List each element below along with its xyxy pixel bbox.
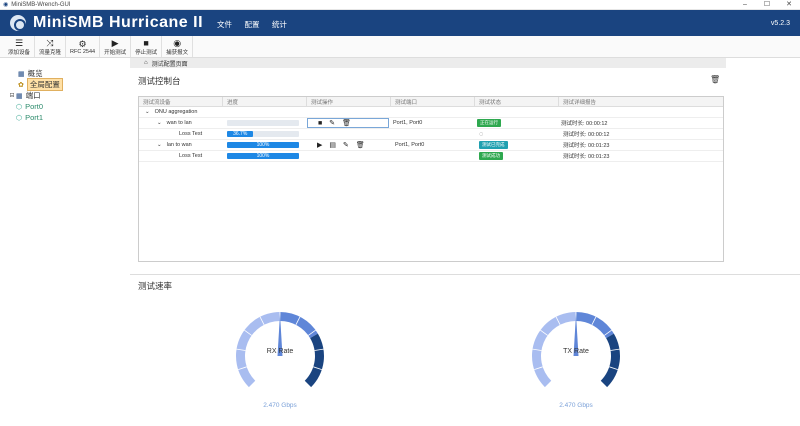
stop-icon[interactable]: ■	[318, 120, 322, 127]
status-badge: 测试已完成	[479, 141, 508, 149]
col-device: 测试流设备	[139, 97, 223, 106]
gauge-value: 2.470 Gbps	[263, 402, 297, 409]
table-row[interactable]: Loss Test 36.7% ◌ 测试时长: 00:00:12	[139, 129, 723, 140]
section-divider	[130, 274, 800, 275]
test-port: Port1, Port0	[389, 118, 473, 128]
spinner-icon: ◌	[479, 131, 483, 138]
port-icon: ⬡	[16, 114, 22, 122]
eye-icon: ◉	[173, 38, 181, 48]
stop-test-button[interactable]: ■ 停止测试	[131, 36, 162, 57]
col-port: 测试端口	[391, 97, 475, 106]
trash-icon[interactable]: 🗑	[356, 141, 365, 149]
sidebar-item-port1[interactable]: ⬡ Port1	[0, 112, 130, 123]
menu-file[interactable]: 文件	[217, 20, 232, 29]
col-report: 测试详细报告	[559, 97, 723, 106]
edit-icon[interactable]: ✎	[343, 141, 349, 149]
progress-bar	[227, 120, 299, 126]
chevron-down-icon[interactable]: ⌄	[157, 142, 162, 148]
status-badge: 正在运行	[477, 119, 501, 127]
stop-icon: ■	[143, 38, 148, 48]
sidebar-item-ports[interactable]: ⊟ ▦ 端口	[0, 90, 130, 101]
trash-icon[interactable]: 🗑	[342, 119, 351, 127]
table-row[interactable]: ⌄ wan to lan ■ ✎ 🗑 Port1, Port0 正在运行 测试时…	[139, 118, 723, 129]
test-report: 测试时长: 00:00:12	[557, 118, 723, 128]
menu-stats[interactable]: 统计	[272, 20, 287, 29]
test-console-table: 测试流设备 进度 测试操作 测试端口 测试状态 测试详细报告 ⌄ ONU agg…	[138, 96, 724, 262]
gauge-label: RX Rate	[267, 348, 294, 355]
maximize-button[interactable]: ☐	[756, 0, 778, 10]
table-header: 测试流设备 进度 测试操作 测试端口 测试状态 测试详细报告	[139, 97, 723, 107]
add-device-button[interactable]: ☰ 添加设备	[4, 36, 35, 57]
console-title: 测试控制台	[138, 75, 181, 87]
grid-icon: ▦	[18, 70, 25, 78]
sidebar-tree: ▦ 概览 ✿ 全局配置 ⊟ ▦ 端口 ⬡ Port0 ⬡ Port1	[0, 58, 130, 421]
grid-icon: ▦	[16, 92, 23, 100]
rfc2544-button[interactable]: ⚙ RFC 2544	[66, 36, 100, 57]
breadcrumb: ⌂ 测试配置页面	[130, 58, 726, 68]
gauge-arc-segment	[280, 312, 318, 338]
test-report: 测试时长: 00:00:12	[559, 129, 723, 139]
sidebar-item-overview[interactable]: ▦ 概览	[0, 68, 130, 79]
test-operations: ■ ✎ 🗑	[307, 118, 389, 128]
rfc-icon: ⚙	[79, 39, 87, 49]
progress-bar: 100%	[227, 153, 299, 159]
test-operations: ▶ ▤ ✎ 🗑	[307, 140, 391, 150]
trash-icon[interactable]: 🗑	[710, 75, 720, 84]
gear-icon: ✿	[18, 81, 24, 89]
port-icon: ⬡	[16, 103, 22, 111]
minimize-button[interactable]: –	[734, 0, 756, 10]
table-row[interactable]: Loss Test 100% 测试成功 测试时长: 00:01:23	[139, 151, 723, 162]
chevron-down-icon[interactable]: ⌄	[157, 120, 162, 126]
home-icon[interactable]: ⌂	[144, 60, 148, 66]
gauge-label: TX Rate	[563, 348, 589, 355]
app-version: v5.2.3	[771, 20, 790, 27]
chevron-down-icon[interactable]: ⌄	[145, 109, 150, 115]
sidebar-item-global-config[interactable]: ✿ 全局配置	[0, 79, 130, 90]
gauge-arc-segment	[305, 334, 324, 388]
progress-bar: 100%	[227, 142, 299, 148]
play-icon: ▶	[112, 38, 119, 48]
close-button[interactable]: ✕	[778, 0, 800, 10]
col-operations: 测试操作	[307, 97, 391, 106]
table-row[interactable]: ⌄ lan to wan 100% ▶ ▤ ✎ 🗑 Port1, Port0 测…	[139, 140, 723, 151]
menu-config[interactable]: 配置	[244, 20, 259, 29]
col-progress: 进度	[223, 97, 307, 106]
edit-icon[interactable]: ✎	[329, 119, 335, 127]
tx-rate-gauge: TX Rate 2.470 Gbps	[526, 306, 626, 426]
test-name: Loss Test	[139, 129, 223, 139]
rx-rate-gauge: RX Rate 2.470 Gbps	[230, 306, 330, 426]
app-title: MiniSMB Hurricane II	[33, 14, 203, 32]
document-icon[interactable]: ▤	[329, 141, 336, 149]
shuffle-icon: ⤨	[46, 38, 53, 48]
speed-title: 测试速率	[138, 280, 172, 292]
gauge-arc-segment	[601, 334, 620, 388]
window-icon: ◉	[3, 1, 8, 8]
col-status: 测试状态	[475, 97, 559, 106]
sidebar-item-port0[interactable]: ⬡ Port0	[0, 101, 130, 112]
play-icon[interactable]: ▶	[317, 141, 322, 149]
toolbar: ☰ 添加设备 ⤨ 流量克隆 ⚙ RFC 2544 ▶ 开始测试 ■ 停止测试 ◉…	[0, 36, 800, 58]
window-title: MiniSMB-Wrench-GUI	[11, 2, 70, 8]
gauge-value: 2.470 Gbps	[559, 402, 593, 409]
start-test-button[interactable]: ▶ 开始测试	[100, 36, 131, 57]
app-logo-icon	[10, 15, 26, 31]
test-report: 测试时长: 00:01:23	[559, 140, 723, 150]
collapse-toggle-icon[interactable]: ⊟	[8, 92, 16, 99]
status-badge: 测试成功	[479, 152, 503, 160]
capture-packets-button[interactable]: ◉ 捕获报文	[162, 36, 193, 57]
table-group-row[interactable]: ⌄ ONU aggregation	[139, 107, 723, 118]
test-port: Port1, Port0	[391, 140, 475, 150]
gauge-arc-segment	[576, 312, 614, 338]
test-name: Loss Test	[139, 151, 223, 161]
progress-bar: 36.7%	[227, 131, 299, 137]
traffic-clone-button[interactable]: ⤨ 流量克隆	[35, 36, 66, 57]
test-report: 测试时长: 00:01:23	[559, 151, 723, 161]
window-titlebar: ◉ MiniSMB-Wrench-GUI – ☐ ✕	[0, 0, 800, 10]
server-icon: ☰	[15, 38, 23, 48]
app-header: MiniSMB Hurricane II 文件 配置 统计 v5.2.3	[0, 10, 800, 36]
main-menu: 文件 配置 统计	[217, 14, 295, 32]
